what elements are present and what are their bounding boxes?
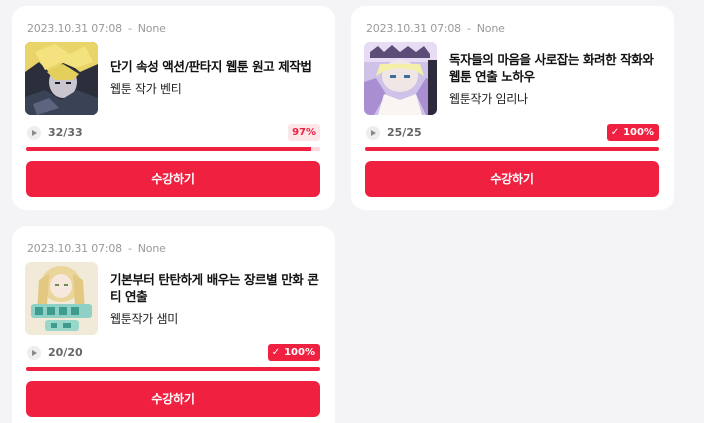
- progress-bar: [365, 147, 659, 151]
- course-thumbnail[interactable]: [25, 42, 98, 115]
- play-icon: [27, 346, 41, 360]
- manga-thumbnail-icon: [364, 42, 437, 115]
- manga-thumbnail-icon: [25, 262, 98, 335]
- course-thumbnail[interactable]: [25, 262, 98, 335]
- progress-percent: 100%: [284, 347, 315, 358]
- progress-percent: 100%: [623, 127, 654, 138]
- check-icon: ✓: [610, 127, 620, 138]
- course-meta: 2023.10.31 07:08- None: [27, 242, 166, 255]
- lesson-count: 32/33: [48, 126, 83, 139]
- course-date: 2023.10.31 07:08: [27, 22, 122, 35]
- play-icon: [27, 126, 41, 140]
- progress-bar: [26, 147, 320, 151]
- course-card: 2023.10.31 07:08- None 단기 속성 액션/판타지 웹툰 원고…: [12, 6, 335, 210]
- enroll-button[interactable]: 수강하기: [365, 161, 659, 197]
- play-icon: [366, 126, 380, 140]
- course-card: 2023.10.31 07:08- None 기본부터 탄탄하게 배우는 장르별 …: [12, 226, 335, 423]
- progress-bar-fill: [26, 147, 312, 151]
- course-title[interactable]: 단기 속성 액션/판타지 웹툰 원고 제작법: [110, 58, 320, 75]
- manga-thumbnail-icon: [25, 42, 98, 115]
- enroll-button[interactable]: 수강하기: [26, 381, 320, 417]
- lesson-count: 20/20: [48, 346, 83, 359]
- enroll-button[interactable]: 수강하기: [26, 161, 320, 197]
- progress-bar-fill: [26, 367, 320, 371]
- course-status: None: [476, 22, 505, 35]
- course-title[interactable]: 독자들의 마음을 사로잡는 화려한 작화와 웹툰 연출 노하우: [449, 51, 659, 85]
- progress-badge: 97%: [288, 124, 320, 141]
- course-meta: 2023.10.31 07:08- None: [27, 22, 166, 35]
- course-card: 2023.10.31 07:08- None 독자들의 마음을 사로잡는 화려한 …: [351, 6, 674, 210]
- progress-percent: 97%: [292, 127, 316, 138]
- meta-separator: -: [127, 22, 132, 35]
- progress-bar-fill: [365, 147, 659, 151]
- course-date: 2023.10.31 07:08: [27, 242, 122, 255]
- course-author: 웹툰작가 샘미: [110, 312, 178, 326]
- progress-bar: [26, 367, 320, 371]
- progress-badge: ✓ 100%: [606, 124, 659, 141]
- course-author: 웹툰작가 임리나: [449, 92, 528, 106]
- meta-separator: -: [466, 22, 471, 35]
- course-meta: 2023.10.31 07:08- None: [366, 22, 505, 35]
- check-icon: ✓: [271, 347, 281, 358]
- progress-badge: ✓ 100%: [267, 344, 320, 361]
- course-thumbnail[interactable]: [364, 42, 437, 115]
- course-author: 웹툰 작가 벤티: [110, 82, 182, 96]
- meta-separator: -: [127, 242, 132, 255]
- course-status: None: [137, 22, 166, 35]
- lesson-count: 25/25: [387, 126, 422, 139]
- course-date: 2023.10.31 07:08: [366, 22, 461, 35]
- course-status: None: [137, 242, 166, 255]
- course-title[interactable]: 기본부터 탄탄하게 배우는 장르별 만화 콘티 연출: [110, 271, 320, 305]
